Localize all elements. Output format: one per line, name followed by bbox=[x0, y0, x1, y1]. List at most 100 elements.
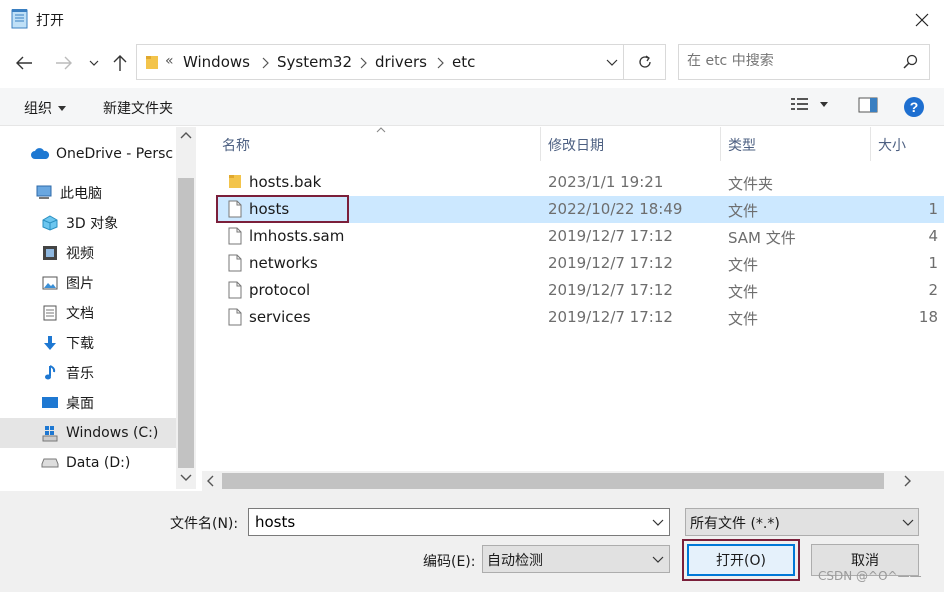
column-divider[interactable] bbox=[720, 127, 721, 161]
file-type: SAM 文件 bbox=[728, 229, 796, 247]
computer-icon bbox=[34, 183, 54, 203]
address-overflow-chevron[interactable]: « bbox=[165, 53, 174, 69]
help-icon: ? bbox=[903, 96, 925, 118]
nav-item-data-d[interactable]: Data (D:) bbox=[0, 448, 176, 478]
notepad-icon bbox=[10, 8, 30, 30]
organize-button[interactable]: 组织 bbox=[24, 98, 66, 118]
column-divider[interactable] bbox=[870, 127, 871, 161]
preview-pane-button[interactable] bbox=[858, 96, 878, 114]
nav-item-3d-objects[interactable]: 3D 对象 bbox=[0, 208, 176, 238]
folder-icon bbox=[145, 54, 159, 70]
table-row[interactable]: lmhosts.sam 2019/12/7 17:12 SAM 文件 4 bbox=[216, 223, 944, 250]
file-type: 文件 bbox=[728, 283, 759, 301]
file-name: networks bbox=[249, 254, 318, 272]
file-date: 2019/12/7 17:12 bbox=[548, 227, 673, 245]
refresh-button[interactable] bbox=[624, 44, 666, 80]
nav-item-label: 图片 bbox=[66, 276, 94, 292]
up-button[interactable] bbox=[106, 48, 134, 78]
chevron-down-icon bbox=[89, 60, 99, 66]
address-history-dropdown[interactable] bbox=[600, 44, 624, 80]
window-title: 打开 bbox=[36, 13, 64, 29]
file-size: 2 bbox=[928, 281, 938, 299]
nav-item-onedrive[interactable]: OneDrive - Persc bbox=[0, 139, 176, 169]
file-date: 2019/12/7 17:12 bbox=[548, 254, 673, 272]
chevron-right-icon[interactable] bbox=[436, 57, 444, 69]
filename-label: 文件名(N): bbox=[170, 516, 239, 532]
column-header-name[interactable]: 名称 bbox=[222, 135, 250, 155]
file-date: 2023/1/1 19:21 bbox=[548, 173, 664, 191]
file-type: 文件 bbox=[728, 202, 759, 220]
nav-item-music[interactable]: 音乐 bbox=[0, 358, 176, 388]
table-row[interactable]: protocol 2019/12/7 17:12 文件 2 bbox=[216, 277, 944, 304]
nav-item-pictures[interactable]: 图片 bbox=[0, 268, 176, 298]
breadcrumb-etc[interactable]: etc bbox=[452, 53, 475, 71]
search-input[interactable] bbox=[687, 53, 887, 69]
chevron-right-icon[interactable] bbox=[261, 57, 269, 69]
watermark: CSDN @^O^—— bbox=[818, 569, 922, 583]
nav-item-documents[interactable]: 文档 bbox=[0, 298, 176, 328]
new-folder-button[interactable]: 新建文件夹 bbox=[103, 98, 173, 118]
file-type: 文件 bbox=[728, 256, 759, 274]
file-date: 2019/12/7 17:12 bbox=[548, 308, 673, 326]
scroll-right-arrow-icon[interactable] bbox=[904, 475, 912, 487]
file-type-filter-dropdown[interactable] bbox=[898, 509, 918, 535]
table-row[interactable]: hosts.bak 2023/1/1 19:21 文件夹 bbox=[216, 169, 944, 196]
horizontal-scrollbar-thumb[interactable] bbox=[222, 473, 884, 489]
column-divider[interactable] bbox=[540, 127, 541, 161]
system-drive-icon bbox=[40, 423, 60, 443]
nav-item-videos[interactable]: 视频 bbox=[0, 238, 176, 268]
nav-item-label: 桌面 bbox=[66, 396, 94, 412]
forward-button[interactable] bbox=[48, 48, 80, 78]
dialog-footer bbox=[0, 491, 944, 592]
navigation-pane: OneDrive - Persc 此电脑 3D 对象 视频 图片 文档 下载 音… bbox=[0, 127, 196, 489]
chevron-right-icon[interactable] bbox=[359, 57, 367, 69]
open-button[interactable]: 打开(O) bbox=[687, 544, 795, 576]
breadcrumb-windows[interactable]: Windows bbox=[183, 53, 250, 71]
nav-item-this-pc[interactable]: 此电脑 bbox=[0, 178, 176, 208]
nav-item-desktop[interactable]: 桌面 bbox=[0, 388, 176, 418]
toolbar: 组织 新建文件夹 ? bbox=[0, 88, 944, 126]
scroll-down-arrow-icon[interactable] bbox=[180, 474, 192, 482]
search-box[interactable] bbox=[678, 44, 930, 80]
address-bar[interactable]: « Windows System32 drivers etc bbox=[136, 44, 624, 80]
help-button[interactable]: ? bbox=[903, 96, 925, 118]
arrow-left-icon bbox=[15, 56, 33, 70]
folder-icon bbox=[228, 173, 242, 189]
file-name: services bbox=[249, 308, 311, 326]
table-row[interactable]: services 2019/12/7 17:12 文件 18 bbox=[216, 304, 944, 331]
caret-down-icon bbox=[820, 101, 828, 107]
document-icon bbox=[40, 303, 60, 323]
file-icon bbox=[228, 254, 242, 272]
file-size: 1 bbox=[928, 254, 938, 272]
recent-locations-button[interactable] bbox=[84, 48, 104, 78]
encoding-dropdown[interactable] bbox=[648, 546, 668, 572]
cube-icon bbox=[40, 213, 60, 233]
refresh-icon bbox=[637, 54, 653, 70]
table-row[interactable]: networks 2019/12/7 17:12 文件 1 bbox=[216, 250, 944, 277]
file-icon bbox=[228, 227, 242, 245]
nav-item-downloads[interactable]: 下载 bbox=[0, 328, 176, 358]
organize-label: 组织 bbox=[24, 101, 52, 117]
file-type: 文件夹 bbox=[728, 175, 774, 193]
column-header-size[interactable]: 大小 bbox=[878, 135, 906, 155]
encoding-select[interactable]: 自动检测 bbox=[482, 545, 670, 573]
filename-input[interactable] bbox=[248, 508, 670, 536]
back-button[interactable] bbox=[8, 48, 40, 78]
drive-icon bbox=[40, 453, 60, 473]
filename-history-dropdown[interactable] bbox=[648, 509, 668, 535]
scroll-left-arrow-icon[interactable] bbox=[206, 475, 214, 487]
close-button[interactable] bbox=[900, 0, 944, 40]
breadcrumb-drivers[interactable]: drivers bbox=[375, 53, 427, 71]
file-type-filter-select[interactable]: 所有文件 (*.*) bbox=[685, 508, 919, 536]
breadcrumb-system32[interactable]: System32 bbox=[277, 53, 352, 71]
column-header-type[interactable]: 类型 bbox=[728, 135, 756, 155]
selected-file-highlight bbox=[216, 195, 349, 223]
nav-scrollbar-thumb[interactable] bbox=[178, 178, 194, 468]
nav-item-windows-c[interactable]: Windows (C:) bbox=[0, 418, 176, 448]
change-view-button[interactable] bbox=[790, 96, 828, 112]
nav-item-label: 视频 bbox=[66, 246, 94, 262]
column-header-date[interactable]: 修改日期 bbox=[548, 135, 604, 155]
nav-item-label: 文档 bbox=[66, 306, 94, 322]
scroll-up-arrow-icon[interactable] bbox=[180, 131, 192, 139]
search-icon[interactable] bbox=[903, 54, 919, 70]
